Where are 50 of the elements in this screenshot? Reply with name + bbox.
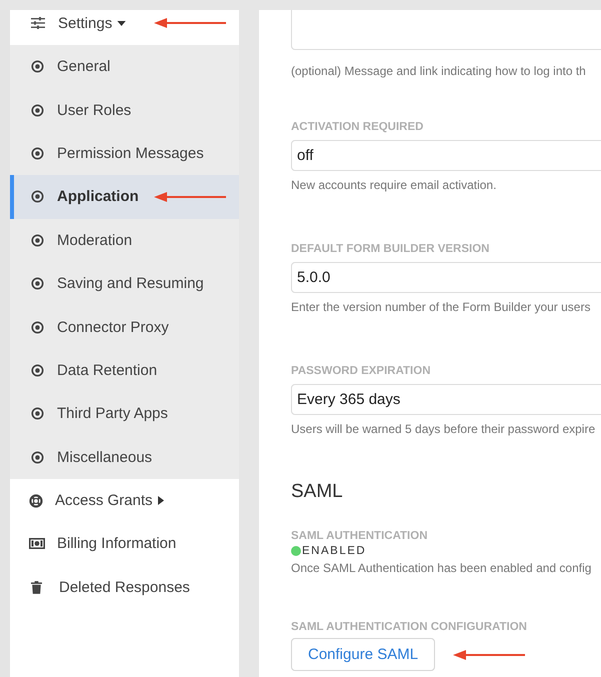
- configure-saml-button[interactable]: Configure SAML: [291, 638, 436, 671]
- radio-dot-icon: [31, 146, 44, 160]
- input-field[interactable]: Every 365 days: [291, 384, 601, 415]
- annotation-arrow-icon: [154, 192, 226, 202]
- settings-submenu-item[interactable]: Connector Proxy: [10, 305, 239, 349]
- radio-dot-icon: [31, 190, 44, 204]
- trash-icon: [31, 580, 42, 594]
- section-title: SAML: [291, 481, 344, 503]
- help-text: (optional) Message and link indicating how to log into th: [291, 64, 587, 78]
- help-text: Users will be warned 5 days before their password expire: [291, 422, 596, 436]
- status-text: ENABLED: [302, 545, 366, 557]
- radio-dot-icon: [31, 277, 44, 290]
- caret-right-icon: [158, 496, 164, 506]
- help-text: Enter the version number of the Form Builder your users: [291, 300, 592, 314]
- help-text: Once SAML Authentication has been enabled and config: [291, 561, 592, 575]
- settings-menu-item[interactable]: Settings: [10, 10, 239, 45]
- sidebar-menu-item[interactable]: Access Grants: [10, 478, 239, 522]
- settings-submenu-item[interactable]: Saving and Resuming: [10, 262, 239, 306]
- message-textarea[interactable]: [291, 10, 601, 50]
- radio-dot-icon: [31, 407, 44, 420]
- field-label: PASSWORD EXPIRATION: [291, 365, 432, 377]
- settings-submenu-item[interactable]: Application: [10, 175, 239, 219]
- sidebar-menu-item[interactable]: Deleted Responses: [10, 566, 239, 610]
- input-field[interactable]: 5.0.0: [291, 262, 601, 293]
- settings-submenu-item[interactable]: General: [10, 45, 239, 88]
- settings-submenu-item[interactable]: Data Retention: [10, 348, 239, 392]
- sidebar-menu-item[interactable]: Billing Information: [10, 522, 239, 566]
- radio-dot-icon: [31, 234, 44, 247]
- annotation-arrow-icon: [154, 18, 226, 28]
- radio-dot-icon: [31, 450, 44, 464]
- caret-down-icon: [117, 20, 126, 26]
- field-label: DEFAULT FORM BUILDER VERSION: [291, 243, 490, 255]
- settings-submenu-item[interactable]: Permission Messages: [10, 132, 239, 176]
- settings-submenu-item[interactable]: User Roles: [10, 88, 239, 132]
- radio-dot-icon: [31, 60, 44, 74]
- settings-submenu-item[interactable]: Moderation: [10, 218, 239, 262]
- input-field[interactable]: off: [291, 140, 601, 171]
- field-label: SAML AUTHENTICATION CONFIGURATION: [291, 621, 528, 633]
- annotation-arrow-icon: [453, 650, 526, 660]
- settings-submenu-item[interactable]: Miscellaneous: [10, 436, 239, 479]
- settings-submenu-item[interactable]: Third Party Apps: [10, 392, 239, 436]
- help-text: New accounts require email activation.: [291, 178, 498, 192]
- radio-dot-icon: [31, 320, 44, 334]
- lifebuoy-icon: [29, 494, 43, 508]
- banknote-icon: [29, 538, 45, 550]
- sliders-icon: [31, 17, 45, 29]
- radio-dot-icon: [31, 104, 44, 117]
- radio-dot-icon: [31, 364, 44, 377]
- field-label: SAML AUTHENTICATION: [291, 530, 429, 542]
- field-label: ACTIVATION REQUIRED: [291, 121, 424, 133]
